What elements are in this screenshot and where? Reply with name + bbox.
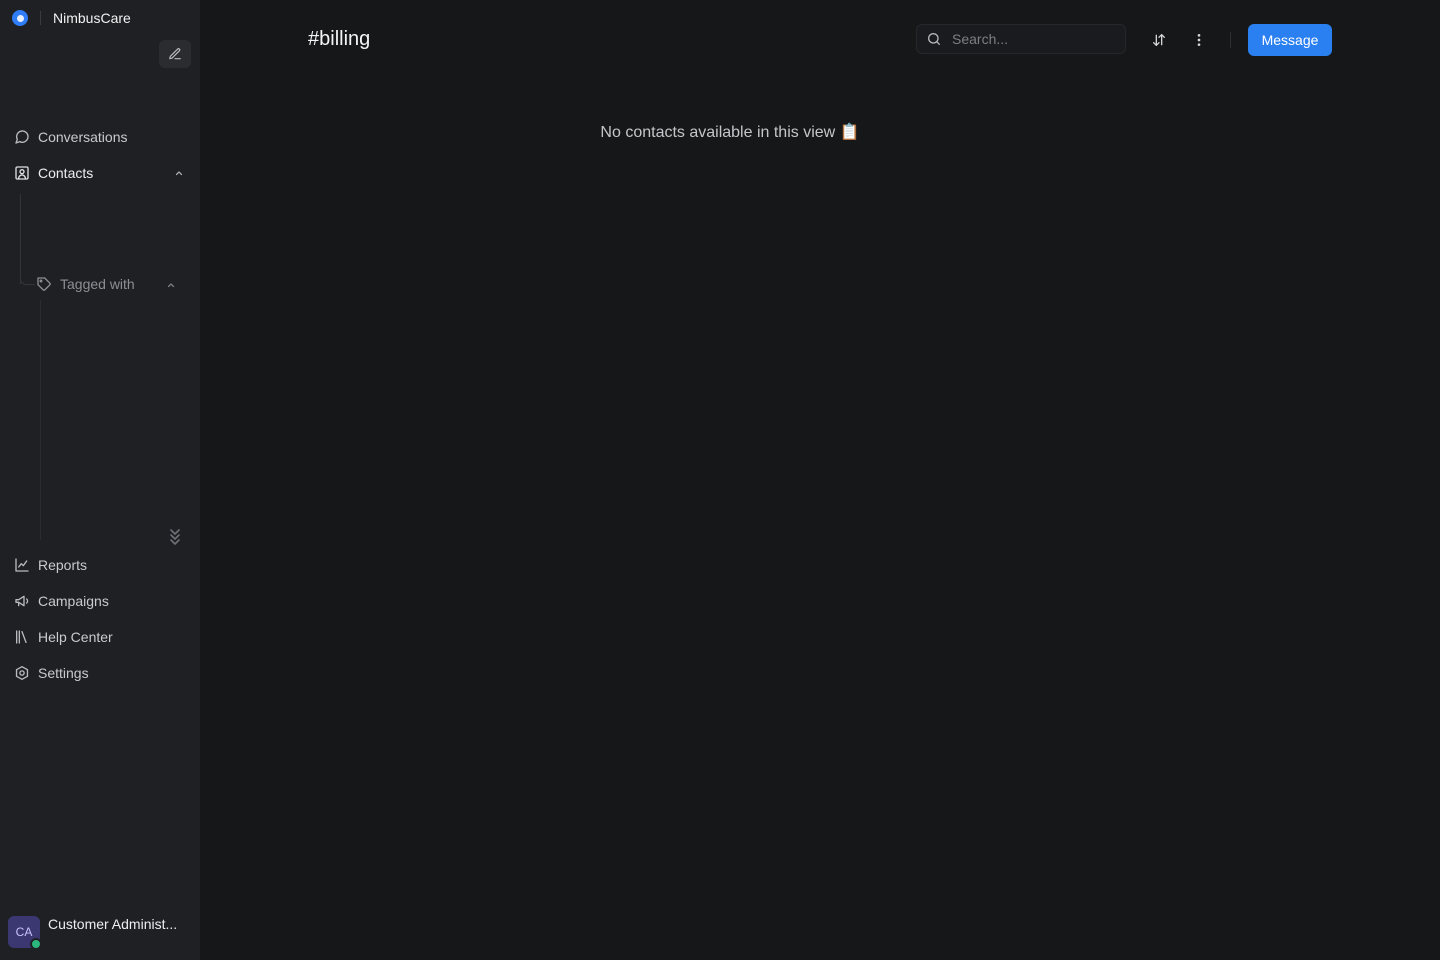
search-box[interactable] <box>916 24 1126 54</box>
sidebar-item-help-center[interactable]: Help Center <box>14 627 113 647</box>
brand[interactable]: NimbusCare <box>12 8 131 28</box>
line-chart-icon <box>15 558 29 572</box>
brand-logo-icon <box>12 10 28 26</box>
contact-card-icon <box>15 166 29 180</box>
sort-arrows-icon <box>1153 34 1165 46</box>
chevron-up-icon[interactable] <box>165 279 177 291</box>
tree-connector-curve <box>20 266 35 285</box>
user-name: Customer Administ... <box>48 916 178 932</box>
sidebar-item-label: Contacts <box>38 165 94 181</box>
sidebar-item-campaigns[interactable]: Campaigns <box>14 591 109 611</box>
compose-button[interactable] <box>159 40 191 68</box>
presence-dot-icon <box>30 938 42 950</box>
avatar-initials: CA <box>15 925 33 939</box>
sidebar-item-label: Campaigns <box>38 593 109 609</box>
brand-name: NimbusCare <box>53 10 131 26</box>
chevron-up-icon[interactable] <box>173 167 185 179</box>
search-icon <box>928 33 940 45</box>
toolbar-divider <box>1230 32 1231 48</box>
current-user-menu[interactable]: CA Customer Administ... <box>8 916 178 950</box>
sidebar-item-label: Reports <box>38 557 88 573</box>
sidebar-item-label: Help Center <box>38 629 113 645</box>
tag-icon <box>37 277 51 291</box>
gear-icon <box>15 666 29 680</box>
search-input[interactable] <box>950 30 1114 48</box>
sidebar: NimbusCare Conversations Contacts Tagged… <box>0 0 200 960</box>
empty-state: No contacts available in this view 📋 <box>0 122 1440 142</box>
sidebar-group-label: Tagged with <box>60 276 135 292</box>
chevrons-down-icon[interactable] <box>167 528 183 546</box>
library-icon <box>16 630 27 644</box>
sidebar-item-label: Settings <box>38 665 89 681</box>
sidebar-item-settings[interactable]: Settings <box>14 663 89 683</box>
page-title: #billing <box>308 28 371 50</box>
brand-divider <box>40 11 41 25</box>
avatar: CA <box>8 916 42 950</box>
megaphone-icon <box>15 595 29 607</box>
sidebar-group-tagged-with[interactable]: Tagged with <box>36 274 135 294</box>
kebab-menu-icon <box>1197 34 1201 46</box>
empty-state-message: No contacts available in this view 📋 <box>600 124 860 141</box>
sort-button[interactable] <box>1145 26 1173 54</box>
sidebar-item-contacts[interactable]: Contacts <box>14 163 93 183</box>
pencil-edit-icon <box>169 48 181 60</box>
tree-connector <box>40 300 41 540</box>
more-options-button[interactable] <box>1185 26 1213 54</box>
message-button[interactable]: Message <box>1248 24 1332 56</box>
sidebar-item-reports[interactable]: Reports <box>14 555 87 575</box>
